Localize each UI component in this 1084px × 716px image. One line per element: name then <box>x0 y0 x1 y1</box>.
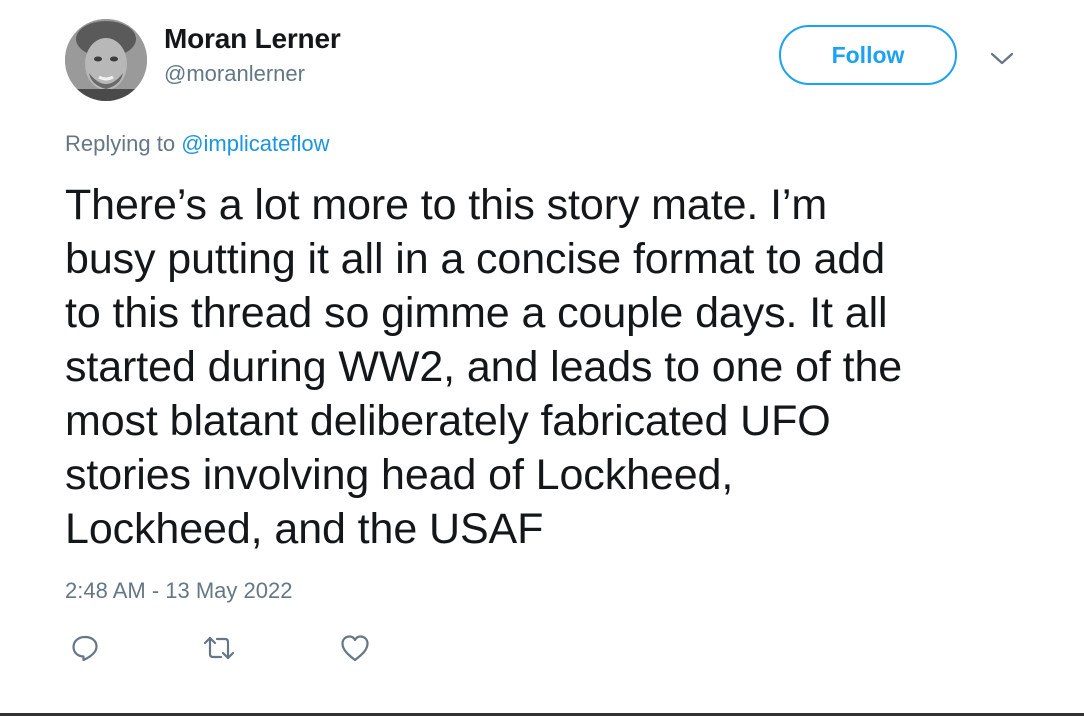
author-name[interactable]: Moran Lerner <box>164 23 341 55</box>
tweet-timestamp[interactable]: 2:48 AM - 13 May 2022 <box>65 578 292 604</box>
avatar-photo <box>65 19 147 101</box>
replying-to: Replying to @implicateflow <box>65 131 329 157</box>
retweet-icon <box>203 636 235 660</box>
tweet-text: There’s a lot more to this story mate. I… <box>65 181 903 553</box>
like-button[interactable] <box>338 632 372 664</box>
reply-mention-link[interactable]: @implicateflow <box>181 131 329 156</box>
more-options-button[interactable] <box>988 46 1016 70</box>
author-handle[interactable]: @moranlerner <box>164 61 305 87</box>
chevron-down-icon <box>990 52 1014 65</box>
replying-to-label: Replying to <box>65 131 182 156</box>
heart-icon <box>341 635 369 662</box>
avatar[interactable] <box>65 19 147 101</box>
reply-button[interactable] <box>68 632 102 664</box>
follow-button[interactable]: Follow <box>779 25 957 85</box>
reply-icon <box>72 635 98 662</box>
retweet-button[interactable] <box>202 632 236 664</box>
